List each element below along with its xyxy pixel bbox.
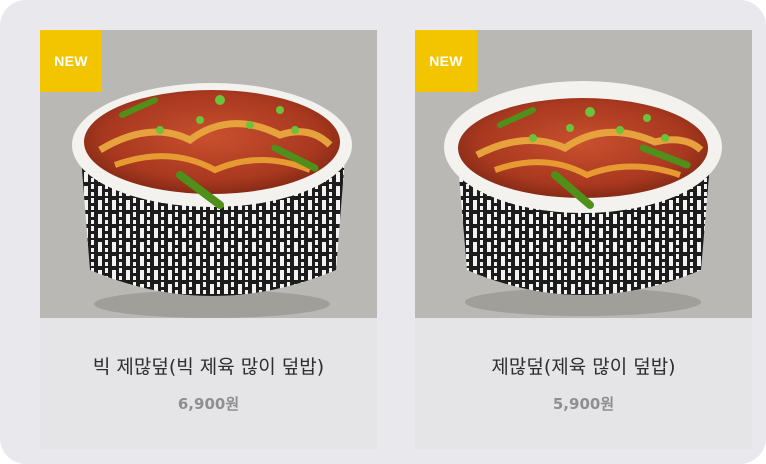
new-badge: NEW	[40, 30, 102, 92]
product-name[interactable]: 제많덮(제육 많이 덮밥)	[415, 352, 752, 379]
product-card-jemaenddeop[interactable]: NEW 제많덮(제육 많이 덮밥) 5,900원	[415, 30, 752, 449]
product-price: 6,900원	[177, 395, 240, 413]
product-list-panel: NEW 빅 제많덮(빅 제육 많이 덮밥) 6,900원 NEW 제많덮(제육 …	[0, 0, 766, 464]
new-badge: NEW	[415, 30, 477, 92]
product-image[interactable]: NEW	[415, 30, 752, 318]
product-name[interactable]: 빅 제많덮(빅 제육 많이 덮밥)	[40, 352, 377, 379]
product-card-big-jemaenddeop[interactable]: NEW 빅 제많덮(빅 제육 많이 덮밥) 6,900원	[40, 30, 377, 449]
product-image[interactable]: NEW	[40, 30, 377, 318]
product-price: 5,900원	[552, 395, 615, 413]
